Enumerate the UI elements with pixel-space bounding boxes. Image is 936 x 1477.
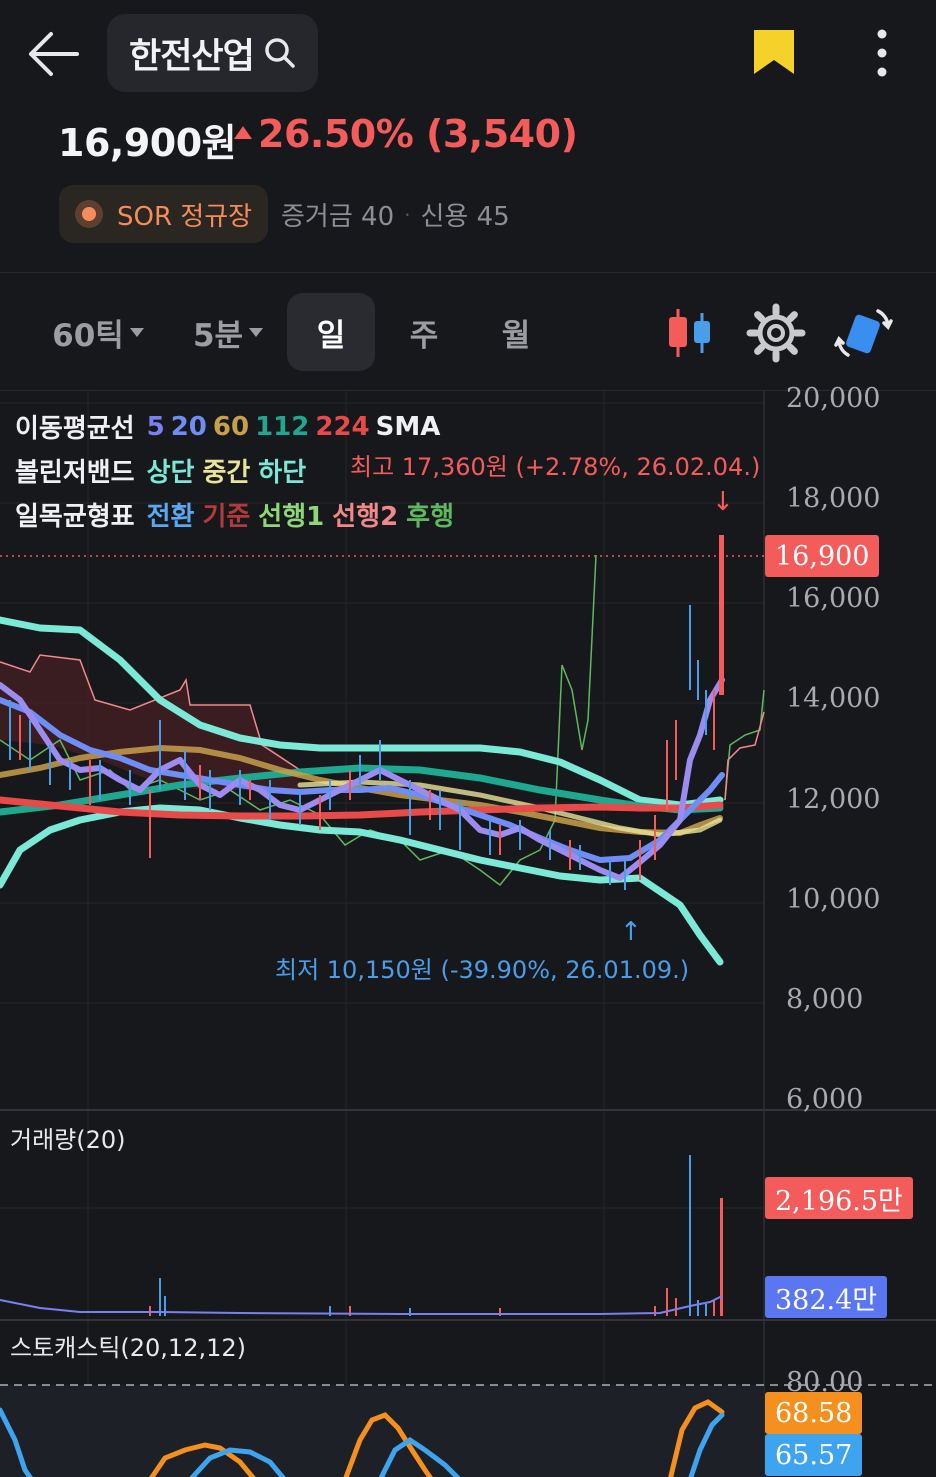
ma-type: SMA — [375, 411, 441, 442]
volume-bars — [0, 1155, 723, 1316]
timeframe-month[interactable]: 월 — [472, 293, 560, 371]
arrow-left-icon — [29, 32, 79, 76]
ichimoku-legend[interactable]: 일목균형표 전환 기준 선행1 선행2 후행 — [15, 496, 454, 533]
bookmark-button[interactable] — [748, 26, 800, 80]
header: 한전산업 16,900원 26.50% (3,540) SOR 정규장 증거금 … — [0, 0, 936, 272]
stochastic-zone — [0, 1385, 764, 1477]
price-axis-label: 20,000 — [786, 383, 881, 414]
ichimoku-lagging-label: 후행 — [406, 502, 455, 532]
bollinger-legend-label: 볼린저밴드 — [15, 458, 135, 488]
price-axis-label: 14,000 — [786, 683, 881, 714]
timeframe-day[interactable]: 일 — [287, 293, 375, 371]
timeframe-label: 일 — [316, 317, 346, 354]
price-axis-label: 12,000 — [786, 784, 881, 815]
margin-rate: 증거금 40 — [281, 202, 395, 232]
timeframe-label: 5분 — [192, 317, 244, 354]
high-arrow-icon: ↓ — [712, 487, 734, 517]
price-axis-label: 6,000 — [786, 1084, 864, 1115]
price-axis-label: 18,000 — [786, 483, 881, 514]
low-arrow-icon: ↑ — [620, 917, 642, 947]
volume-panel-title[interactable]: 거래량(20) — [10, 1120, 126, 1155]
candlestick-icon — [669, 309, 710, 357]
stock-search-button[interactable]: 한전산업 — [107, 14, 318, 92]
price-axis-label: 16,000 — [786, 583, 881, 614]
ichimoku-lead1-label: 선행1 — [258, 502, 325, 532]
price-axis-label: 10,000 — [786, 884, 881, 915]
ichimoku-legend-label: 일목균형표 — [15, 502, 135, 532]
search-icon — [265, 38, 295, 68]
stochastic-k-tag: 68.58 — [765, 1392, 863, 1434]
back-button[interactable] — [22, 24, 86, 84]
up-triangle-icon — [234, 125, 252, 139]
ichimoku-conversion-label: 전환 — [146, 502, 195, 532]
ma-period-60: 60 — [212, 411, 250, 442]
stock-name: 한전산업 — [129, 36, 255, 77]
ichimoku-lead2-label: 선행2 — [332, 502, 399, 532]
ma-period-5: 5 — [146, 411, 165, 442]
bb-lower-label: 하단 — [258, 458, 307, 488]
ma-period-224: 224 — [315, 411, 370, 442]
credit-rate: 신용 45 — [420, 202, 510, 232]
rotate-screen-button[interactable] — [834, 303, 894, 363]
latest-candle — [719, 535, 724, 695]
price-change-text: 26.50% (3,540) — [258, 112, 578, 156]
ma-period-20: 20 — [170, 411, 207, 442]
chart-toolbar: 60틱 5분 일 주 월 — [0, 273, 936, 390]
bollinger-legend[interactable]: 볼린저밴드 상단 중간 하단 — [15, 452, 306, 489]
timeframe-label: 월 — [501, 317, 531, 354]
status-dot-icon — [75, 200, 103, 228]
ichimoku-base-label: 기준 — [202, 502, 251, 532]
ma-legend[interactable]: 이동평균선 5 20 60 112 224 SMA — [15, 408, 440, 445]
ma-period-112: 112 — [255, 411, 310, 442]
ichimoku-lagging-tail — [724, 689, 765, 801]
high-price-annotation: 최고 17,360원 (+2.78%, 26.02.04.) — [350, 453, 761, 481]
price-change: 26.50% (3,540) — [234, 112, 578, 156]
chevron-down-icon — [249, 327, 264, 337]
bb-middle-label: 중간 — [202, 458, 251, 488]
margin-info: 증거금 40 · 신용 45 — [281, 196, 510, 233]
stochastic-panel-title[interactable]: 스토캐스틱(20,12,12) — [10, 1328, 246, 1363]
timeframe-5min[interactable]: 5분 — [178, 293, 278, 371]
chevron-down-icon — [129, 327, 144, 337]
volume-current-tag: 2,196.5만 — [765, 1177, 913, 1219]
timeframe-label: 주 — [409, 317, 439, 354]
price-axis-label: 8,000 — [786, 984, 864, 1015]
bb-upper-label: 상단 — [146, 458, 195, 488]
ma-legend-label: 이동평균선 — [15, 414, 135, 444]
timeframe-60tick[interactable]: 60틱 — [40, 293, 156, 371]
more-menu-button[interactable] — [860, 26, 904, 80]
current-price: 16,900원 — [58, 121, 237, 165]
gear-icon — [746, 303, 806, 363]
separator-dot: · — [404, 202, 411, 227]
market-session-label: SOR 정규장 — [117, 201, 253, 232]
timeframe-label: 60틱 — [52, 317, 124, 354]
market-session-badge[interactable]: SOR 정규장 — [59, 185, 269, 243]
timeframe-week[interactable]: 주 — [380, 293, 468, 371]
chart-type-button[interactable] — [660, 303, 720, 363]
chart-settings-button[interactable] — [746, 303, 806, 363]
stochastic-d-tag: 65.57 — [765, 1434, 863, 1476]
bookmark-icon — [754, 30, 794, 74]
volume-ma-tag: 382.4만 — [765, 1276, 888, 1318]
current-price-tag: 16,900 — [765, 535, 880, 577]
low-price-annotation: 최저 10,150원 (-39.90%, 26.01.09.) — [275, 956, 690, 984]
ichimoku-lead-tail — [724, 711, 765, 801]
rotate-device-icon — [834, 309, 893, 357]
more-vertical-icon — [877, 29, 887, 77]
